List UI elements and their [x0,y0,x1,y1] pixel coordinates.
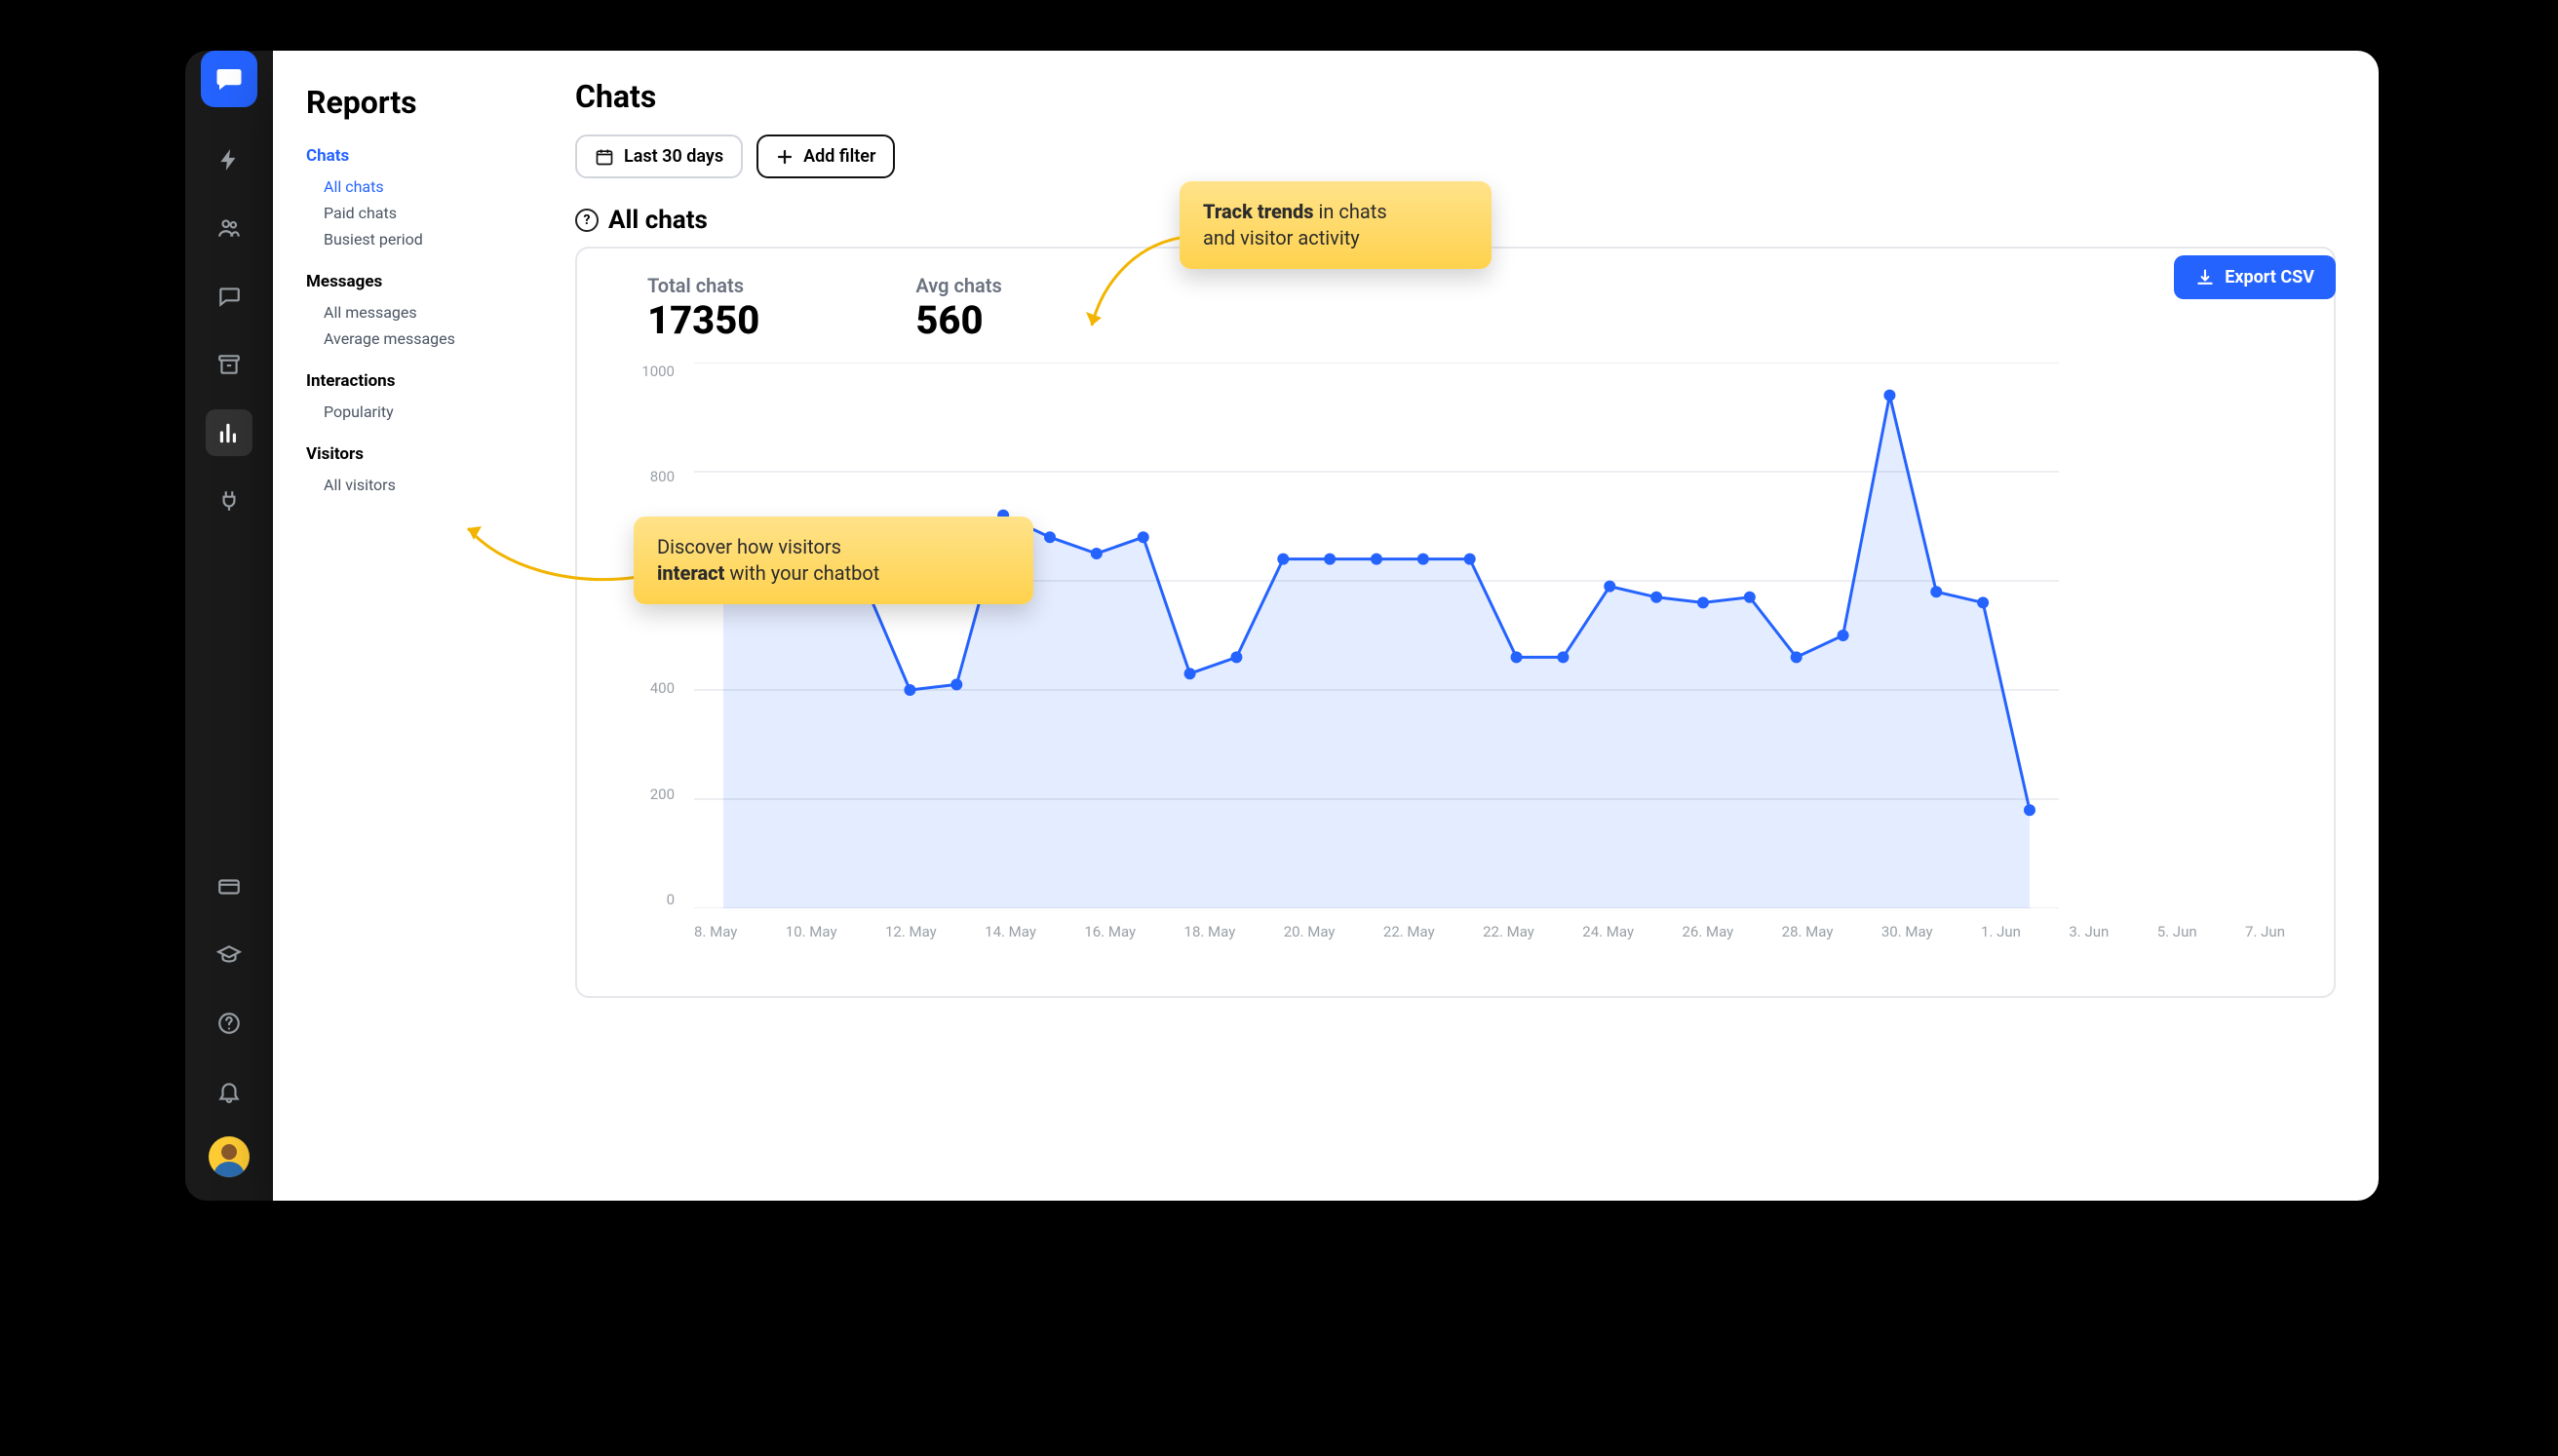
app-surface: Reports ChatsAll chatsPaid chatsBusiest … [273,51,2379,1201]
metric-total-value: 17350 [647,297,759,343]
line-chart [694,363,2059,908]
report-item[interactable]: Paid chats [306,200,546,226]
export-csv-button[interactable]: Export CSV [2174,255,2336,299]
nav-analytics-button[interactable] [206,409,252,456]
bell-icon [216,1079,242,1104]
nav-rail [185,51,273,1201]
app-window: Reports ChatsAll chatsPaid chatsBusiest … [185,51,2379,1201]
download-icon [2195,268,2215,287]
metric-avg: Avg chats 560 [915,274,1001,343]
chart-card: Total chats 17350 Avg chats 560 10008006… [575,247,2336,998]
export-label: Export CSV [2225,267,2314,287]
metric-avg-value: 560 [915,297,1001,343]
metrics-row: Total chats 17350 Avg chats 560 [647,274,2305,343]
plug-icon [216,488,242,514]
analytics-icon [216,420,242,445]
plus-icon [776,148,794,166]
app-logo[interactable] [201,51,257,107]
x-tick: 5. Jun [2157,923,2197,940]
metric-total: Total chats 17350 [647,274,759,343]
filter-bar: Last 30 days Add filter [575,134,2336,178]
report-group-messages[interactable]: Messages [306,272,546,291]
report-item[interactable]: Busiest period [306,226,546,252]
callout-left-rest: with your chatbot [724,561,879,585]
metric-avg-label: Avg chats [915,274,1001,297]
calendar-icon [595,147,614,167]
chart-area: 10008006004002000 8. May10. May12. May14… [606,363,2305,967]
x-tick: 7. Jun [2245,923,2285,940]
x-tick: 22. May [1483,923,1534,940]
nav-bell-button[interactable] [206,1068,252,1115]
x-tick: 1. Jun [1981,923,2021,940]
metric-total-label: Total chats [647,274,759,297]
x-tick: 18. May [1184,923,1236,940]
archive-icon [216,352,242,377]
report-item[interactable]: All messages [306,299,546,326]
arrow-to-metric-icon [1072,228,1189,345]
help-icon [216,1011,242,1036]
callout-top-bold: Track trends [1203,200,1314,223]
y-tick: 800 [650,468,675,485]
report-group-chats[interactable]: Chats [306,146,546,166]
x-axis-labels: 8. May 10. May 12. May 14. May 16. May 18. Ma… [694,923,2285,940]
y-tick: 200 [650,785,675,803]
callout-left-bold: interact [657,561,724,585]
x-tick: 24. May [1582,923,1634,940]
x-tick: 8. May [694,923,737,940]
y-axis-labels: 10008006004002000 [626,363,675,908]
chat-bubble-icon [214,64,244,94]
arrow-to-popularity-icon [453,518,648,596]
y-tick: 0 [667,891,675,908]
y-tick: 1000 [641,363,675,380]
date-range-pill[interactable]: Last 30 days [575,134,743,178]
nav-plug-button[interactable] [206,478,252,524]
grad-cap-icon [216,942,242,968]
card-icon [216,874,242,900]
date-range-label: Last 30 days [624,146,723,167]
nav-card-button[interactable] [206,863,252,910]
x-tick: 28. May [1782,923,1834,940]
page-title: Chats [575,78,2336,115]
chat-icon [216,284,242,309]
callout-track-trends: Track trends in chatsand visitor activit… [1180,181,1492,269]
report-item[interactable]: All visitors [306,472,546,498]
user-avatar[interactable] [209,1136,250,1177]
nav-bolt-button[interactable] [206,136,252,183]
add-filter-button[interactable]: Add filter [756,134,895,178]
help-icon[interactable]: ? [575,209,599,232]
report-item[interactable]: All chats [306,173,546,200]
avatar-icon [209,1136,250,1177]
users-icon [216,215,242,241]
report-group-interactions[interactable]: Interactions [306,371,546,391]
add-filter-label: Add filter [803,146,875,167]
x-tick: 16. May [1084,923,1136,940]
x-tick: 14. May [985,923,1036,940]
report-item[interactable]: Average messages [306,326,546,352]
section-title: All chats [608,206,708,235]
reports-sidebar: Reports Chats All chatsPaid chatsBusiest … [273,51,565,1201]
nav-help-button[interactable] [206,1000,252,1047]
x-tick: 22. May [1383,923,1435,940]
nav-grad-cap-button[interactable] [206,932,252,978]
x-tick: 12. May [885,923,937,940]
nav-archive-button[interactable] [206,341,252,388]
nav-chat-button[interactable] [206,273,252,320]
y-tick: 400 [650,679,675,697]
report-item[interactable]: Popularity [306,399,546,425]
x-tick: 26. May [1682,923,1733,940]
reports-title: Reports [306,84,546,121]
report-group-visitors[interactable]: Visitors [306,444,546,464]
bolt-icon [216,147,242,172]
content-area: Chats Last 30 days Add filter ? All chat… [565,51,2379,1201]
x-tick: 20. May [1284,923,1336,940]
x-tick: 10. May [786,923,837,940]
x-tick: 3. Jun [2069,923,2109,940]
callout-left-line1: Discover how visitors [657,535,841,558]
nav-users-button[interactable] [206,205,252,251]
x-tick: 30. May [1881,923,1933,940]
callout-discover: Discover how visitors interact with your… [634,517,1033,604]
